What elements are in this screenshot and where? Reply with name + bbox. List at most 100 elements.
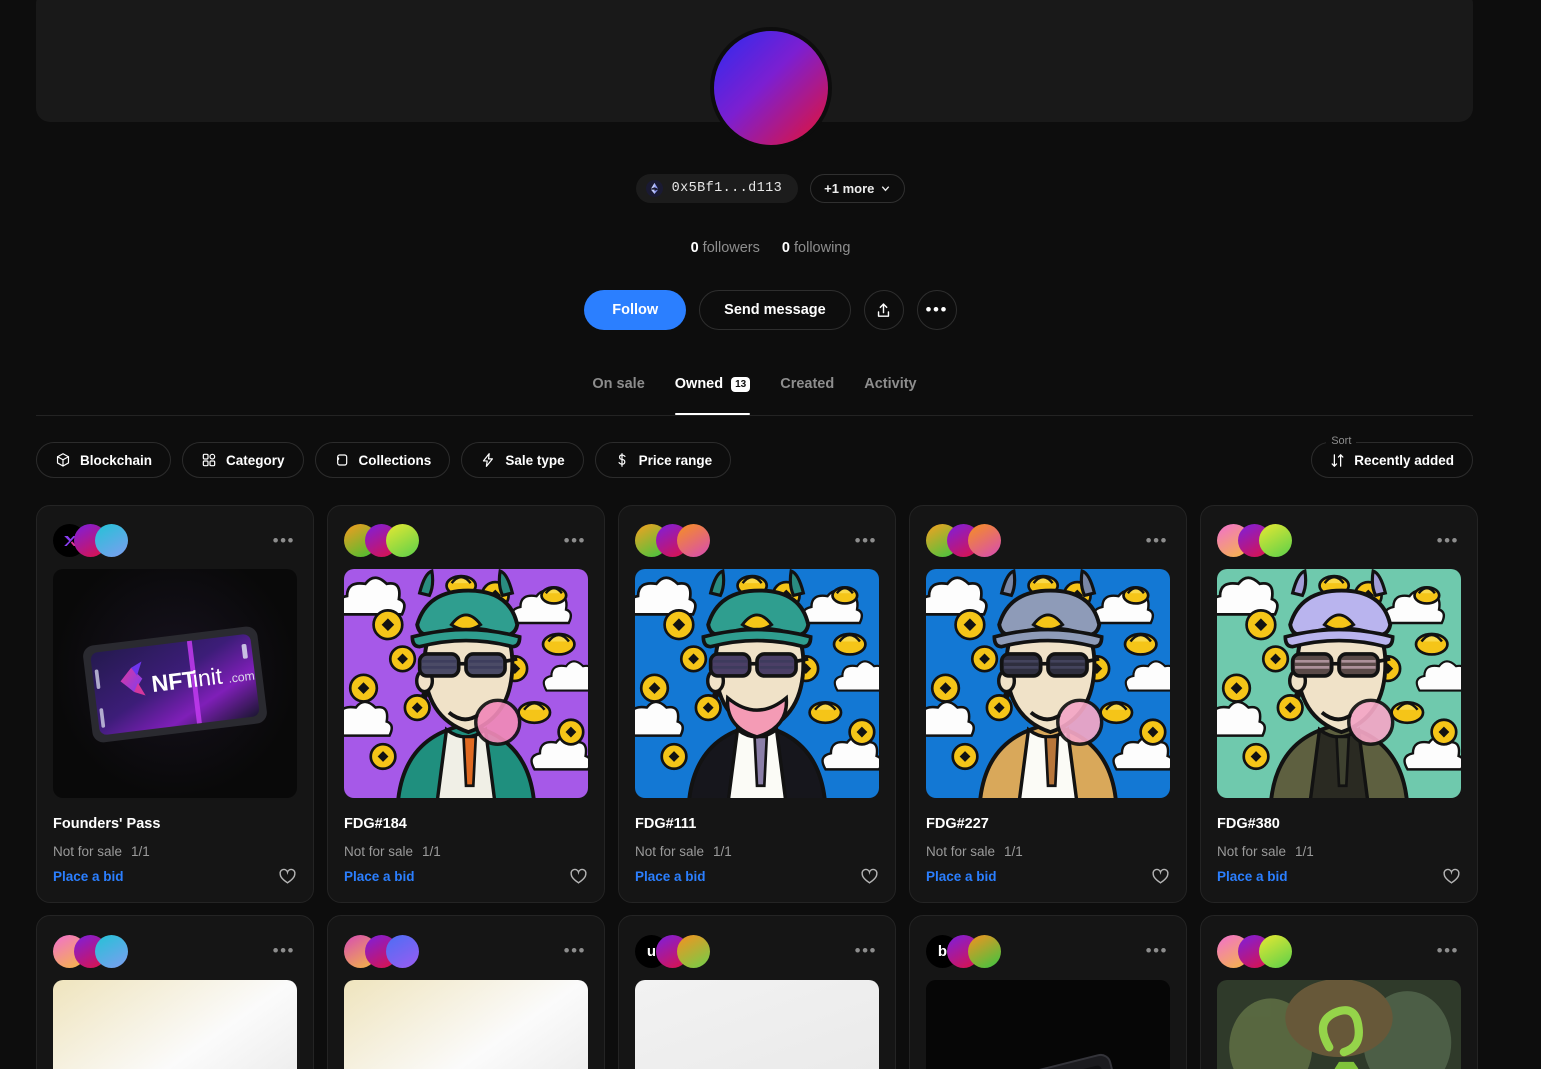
nft-thumbnail[interactable] [53, 980, 297, 1069]
profile-tabs: On sale Owned13 Created Activity [36, 376, 1473, 416]
nft-card[interactable]: •••FDG#380Not for sale1/1Place a bid [1200, 505, 1478, 903]
profile-stats: 0 followers 0 following [0, 240, 1541, 256]
card-overflow-button[interactable]: ••• [1144, 531, 1170, 551]
nft-thumbnail[interactable] [926, 980, 1170, 1069]
nft-thumbnail[interactable] [344, 569, 588, 798]
chevron-down-icon [880, 183, 891, 194]
nft-thumbnail[interactable] [926, 569, 1170, 798]
nft-card[interactable]: •••NFTinit.comFounders' PassNot for sale… [36, 505, 314, 903]
nft-card[interactable]: •••FDG#111Not for sale1/1Place a bid [618, 505, 896, 903]
profile-overflow-button[interactable]: ••• [917, 290, 957, 330]
card-header: ••• [926, 524, 1170, 557]
nft-thumbnail[interactable] [1217, 569, 1461, 798]
card-footer: Place a bid [1217, 867, 1461, 886]
card-overflow-button[interactable]: ••• [271, 941, 297, 961]
collection-avatars[interactable] [635, 524, 710, 557]
nft-card[interactable]: u ••• [618, 915, 896, 1069]
place-bid-link[interactable]: Place a bid [53, 869, 124, 884]
tab-badge: 13 [731, 377, 750, 392]
collection-avatars[interactable] [53, 524, 128, 557]
favorite-icon[interactable] [1151, 867, 1170, 886]
card-overflow-button[interactable]: ••• [1435, 531, 1461, 551]
card-overflow-button[interactable]: ••• [1435, 941, 1461, 961]
collection-avatar-glyph: b [938, 943, 947, 960]
sale-status: Not for sale [926, 844, 995, 859]
collection-avatars[interactable] [53, 935, 128, 968]
tab-owned[interactable]: Owned13 [675, 376, 750, 415]
send-message-button[interactable]: Send message [699, 290, 851, 330]
tab-on-sale[interactable]: On sale [592, 376, 644, 415]
nft-title: FDG#184 [344, 816, 588, 832]
nft-artwork [926, 569, 1170, 798]
sort-control[interactable]: Sort Recently added [1311, 442, 1473, 478]
nft-card[interactable]: ••• [1200, 915, 1478, 1069]
card-header: ••• [635, 524, 879, 557]
card-footer: Place a bid [53, 867, 297, 886]
nft-grid: •••NFTinit.comFounders' PassNot for sale… [36, 505, 1473, 1069]
followers-stat[interactable]: 0 followers [691, 240, 760, 256]
place-bid-link[interactable]: Place a bid [635, 869, 706, 884]
profile-avatar[interactable] [710, 27, 832, 149]
followers-count: 0 [691, 240, 699, 256]
card-overflow-button[interactable]: ••• [562, 531, 588, 551]
more-horizontal-icon: ••• [926, 305, 948, 315]
nft-thumbnail[interactable] [344, 980, 588, 1069]
tab-label: On sale [592, 376, 644, 392]
place-bid-link[interactable]: Place a bid [344, 869, 415, 884]
favorite-icon[interactable] [278, 867, 297, 886]
collection-avatars[interactable] [344, 524, 419, 557]
nft-status: Not for sale1/1 [1217, 844, 1461, 859]
tab-created[interactable]: Created [780, 376, 834, 415]
favorite-icon[interactable] [1442, 867, 1461, 886]
collection-avatar [95, 524, 128, 557]
filter-category-button[interactable]: Category [182, 442, 304, 478]
nft-artwork [635, 980, 879, 1069]
sort-label: Sort [1326, 435, 1356, 447]
card-overflow-button[interactable]: ••• [271, 531, 297, 551]
nft-thumbnail[interactable] [635, 569, 879, 798]
card-overflow-button[interactable]: ••• [562, 941, 588, 961]
filter-collections-button[interactable]: Collections [315, 442, 451, 478]
collection-avatar [968, 524, 1001, 557]
filter-bar: Blockchain Category Collections Sale type Pr… [36, 442, 731, 478]
nft-card[interactable]: ••• [327, 915, 605, 1069]
lightning-icon [480, 452, 496, 468]
collection-avatars[interactable]: u [635, 935, 710, 968]
collection-avatars[interactable] [1217, 935, 1292, 968]
collection-avatar [968, 935, 1001, 968]
nft-thumbnail[interactable]: NFTinit.com [53, 569, 297, 798]
filter-price-range-button[interactable]: Price range [595, 442, 732, 478]
filter-blockchain-button[interactable]: Blockchain [36, 442, 171, 478]
collection-avatars[interactable]: b [926, 935, 1001, 968]
nft-thumbnail[interactable] [1217, 980, 1461, 1069]
wallet-address-chip[interactable]: 0x5Bf1...d113 [636, 174, 799, 203]
card-overflow-button[interactable]: ••• [1144, 941, 1170, 961]
collection-avatar [677, 524, 710, 557]
nft-thumbnail[interactable] [635, 980, 879, 1069]
place-bid-link[interactable]: Place a bid [926, 869, 997, 884]
nft-card[interactable]: b ••• [909, 915, 1187, 1069]
more-addresses-button[interactable]: +1 more [810, 174, 905, 203]
nft-card[interactable]: •••FDG#184Not for sale1/1Place a bid [327, 505, 605, 903]
share-icon [875, 302, 892, 319]
collection-avatar [1259, 935, 1292, 968]
tab-activity[interactable]: Activity [864, 376, 916, 415]
nft-card[interactable]: ••• [36, 915, 314, 1069]
collection-avatars[interactable] [926, 524, 1001, 557]
following-stat[interactable]: 0 following [782, 240, 851, 256]
nft-card[interactable]: •••FDG#227Not for sale1/1Place a bid [909, 505, 1187, 903]
collection-avatars[interactable] [344, 935, 419, 968]
card-overflow-button[interactable]: ••• [853, 531, 879, 551]
follow-button[interactable]: Follow [584, 290, 686, 330]
share-button[interactable] [864, 290, 904, 330]
tab-label: Created [780, 376, 834, 392]
card-overflow-button[interactable]: ••• [853, 941, 879, 961]
card-header: ••• [53, 934, 297, 968]
place-bid-link[interactable]: Place a bid [1217, 869, 1288, 884]
nft-artwork [53, 980, 297, 1069]
favorite-icon[interactable] [569, 867, 588, 886]
collection-avatars[interactable] [1217, 524, 1292, 557]
filter-sale-type-button[interactable]: Sale type [461, 442, 583, 478]
favorite-icon[interactable] [860, 867, 879, 886]
following-label: following [794, 240, 850, 256]
